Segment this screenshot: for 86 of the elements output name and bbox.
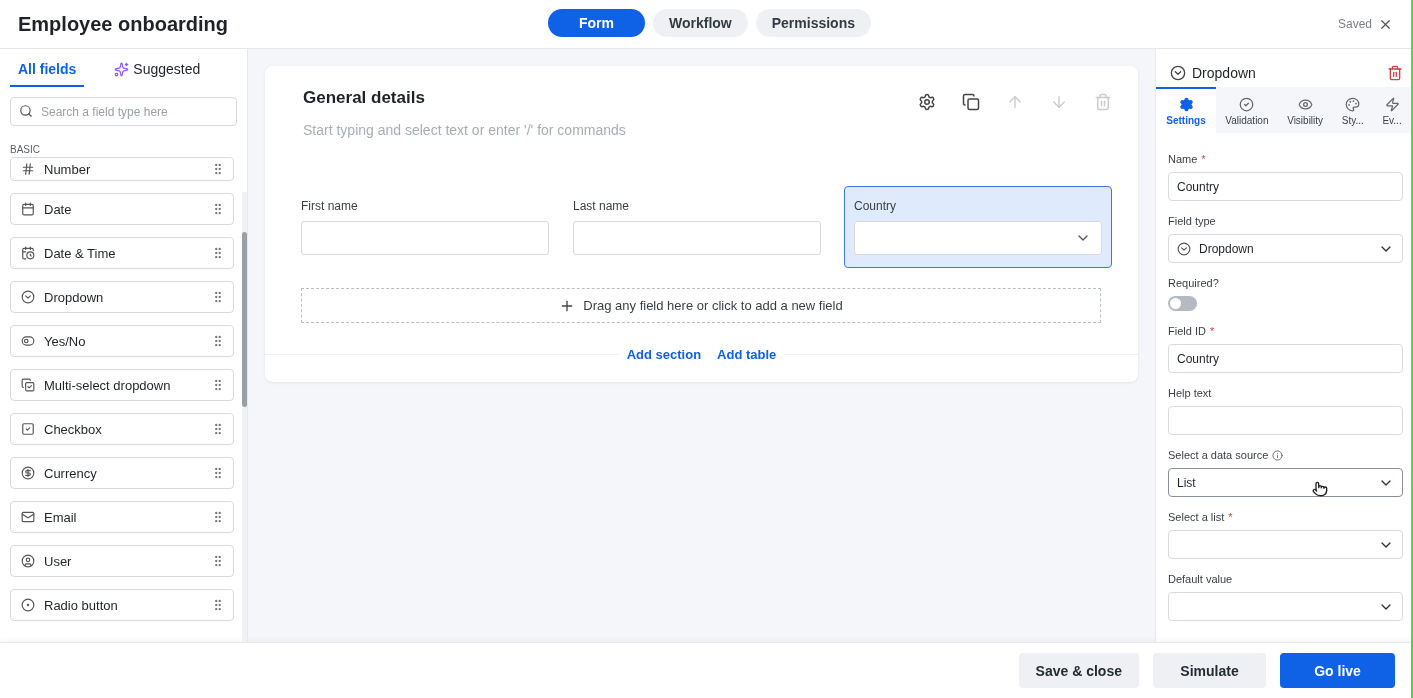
- footer-button[interactable]: Simulate: [1153, 653, 1266, 688]
- select-field[interactable]: List: [1168, 468, 1403, 497]
- input-field[interactable]: [854, 221, 1102, 255]
- field-type-item[interactable]: User: [10, 545, 234, 577]
- property-label: Field type: [1168, 215, 1216, 227]
- drop-zone[interactable]: Drag any field here or click to add a new field: [301, 288, 1101, 323]
- save-status: Saved: [1337, 17, 1372, 31]
- search-icon: [19, 104, 33, 118]
- delete-icon[interactable]: [1387, 64, 1403, 81]
- panel-tab[interactable]: Ev...: [1373, 87, 1411, 133]
- currency-icon: [21, 466, 35, 480]
- field-type-item[interactable]: Checkbox: [10, 413, 234, 445]
- select-field[interactable]: Dropdown: [1168, 234, 1403, 263]
- drop-zone-text: Drag any field here or click to add a new field: [583, 298, 843, 313]
- field-label: Last name: [573, 199, 631, 213]
- datetime-icon: [21, 246, 35, 260]
- field-type-item[interactable]: Multi-select dropdown: [10, 369, 234, 401]
- dropdown-icon: [1170, 64, 1186, 81]
- view-tab[interactable]: Workflow: [653, 9, 748, 37]
- form-field[interactable]: Country: [844, 186, 1112, 268]
- toggle-icon: [21, 334, 35, 348]
- group-heading: BASIC: [10, 144, 41, 155]
- input-field[interactable]: [573, 221, 821, 255]
- field-type-item[interactable]: Currency: [10, 457, 234, 489]
- sidebar-tab[interactable]: All fields: [10, 61, 85, 87]
- scrollbar-thumb[interactable]: [242, 232, 247, 407]
- field-type-item[interactable]: Number: [10, 157, 234, 181]
- required-mark: *: [1201, 153, 1206, 165]
- field-type-item[interactable]: Date: [10, 193, 234, 225]
- panel-tab[interactable]: Validation: [1216, 87, 1278, 133]
- style-icon: [1345, 96, 1361, 112]
- events-icon: [1384, 96, 1400, 112]
- select-field[interactable]: [1168, 530, 1403, 559]
- search-field[interactable]: Search a field type here: [10, 97, 237, 126]
- add-link[interactable]: Add table: [717, 347, 777, 362]
- date-icon: [21, 202, 35, 216]
- add-link[interactable]: Add section: [626, 347, 702, 362]
- hand-cursor-icon: [1312, 481, 1328, 497]
- field-type-item[interactable]: Email: [10, 501, 234, 533]
- visibility-icon: [1297, 96, 1313, 112]
- info-icon[interactable]: [1272, 449, 1284, 461]
- panel-tab[interactable]: Sty...: [1332, 87, 1374, 133]
- field-label: First name: [301, 199, 359, 213]
- property-label: Field ID: [1168, 325, 1206, 337]
- property-label: Select a list: [1168, 511, 1225, 523]
- property-label: Help text: [1168, 387, 1212, 399]
- view-tab[interactable]: Form: [548, 9, 645, 37]
- sparkle-icon: [114, 61, 130, 77]
- field-label: Country: [854, 199, 898, 213]
- field-type-item[interactable]: Yes/No: [10, 325, 234, 357]
- property-label: Name: [1168, 153, 1198, 165]
- footer-button[interactable]: Go live: [1280, 653, 1395, 688]
- input-field[interactable]: [1168, 406, 1403, 435]
- select-field[interactable]: [1168, 592, 1403, 621]
- section-title: General details: [303, 88, 426, 108]
- form-title: Employee onboarding: [18, 12, 229, 36]
- field-type-item[interactable]: Date & Time: [10, 237, 234, 269]
- panel-title: Dropdown: [1192, 64, 1257, 81]
- property-label: Select a data source: [1168, 449, 1269, 461]
- panel-tab[interactable]: Visibility: [1277, 87, 1333, 133]
- settings-icon: [1178, 96, 1194, 112]
- validation-icon: [1239, 96, 1255, 112]
- input-field[interactable]: Country: [1168, 344, 1403, 373]
- dropdown-icon: [21, 290, 35, 304]
- number-icon: [21, 162, 35, 176]
- property-label: Default value: [1168, 573, 1233, 585]
- input-field[interactable]: Country: [1168, 172, 1403, 201]
- sidebar-tab[interactable]: Suggested: [106, 61, 209, 87]
- panel-tab[interactable]: Settings: [1156, 87, 1216, 133]
- field-type-item[interactable]: Dropdown: [10, 281, 234, 313]
- input-field[interactable]: [301, 221, 549, 255]
- checkbox-icon: [21, 422, 35, 436]
- required-mark: *: [1228, 511, 1233, 523]
- settings-icon[interactable]: [918, 93, 936, 111]
- footer-button[interactable]: Save & close: [1018, 653, 1139, 688]
- radio-icon: [21, 598, 35, 612]
- email-icon: [21, 510, 35, 524]
- duplicate-icon[interactable]: [962, 93, 980, 111]
- field-type-item[interactable]: Radio button: [10, 589, 234, 621]
- user-icon: [21, 554, 35, 568]
- view-tab[interactable]: Permissions: [755, 9, 871, 37]
- form-field[interactable]: First name: [300, 186, 550, 268]
- form-field[interactable]: Last name: [572, 186, 822, 268]
- property-label: Required?: [1168, 277, 1219, 289]
- required-mark: *: [1209, 325, 1215, 337]
- required-toggle[interactable]: [1168, 296, 1197, 311]
